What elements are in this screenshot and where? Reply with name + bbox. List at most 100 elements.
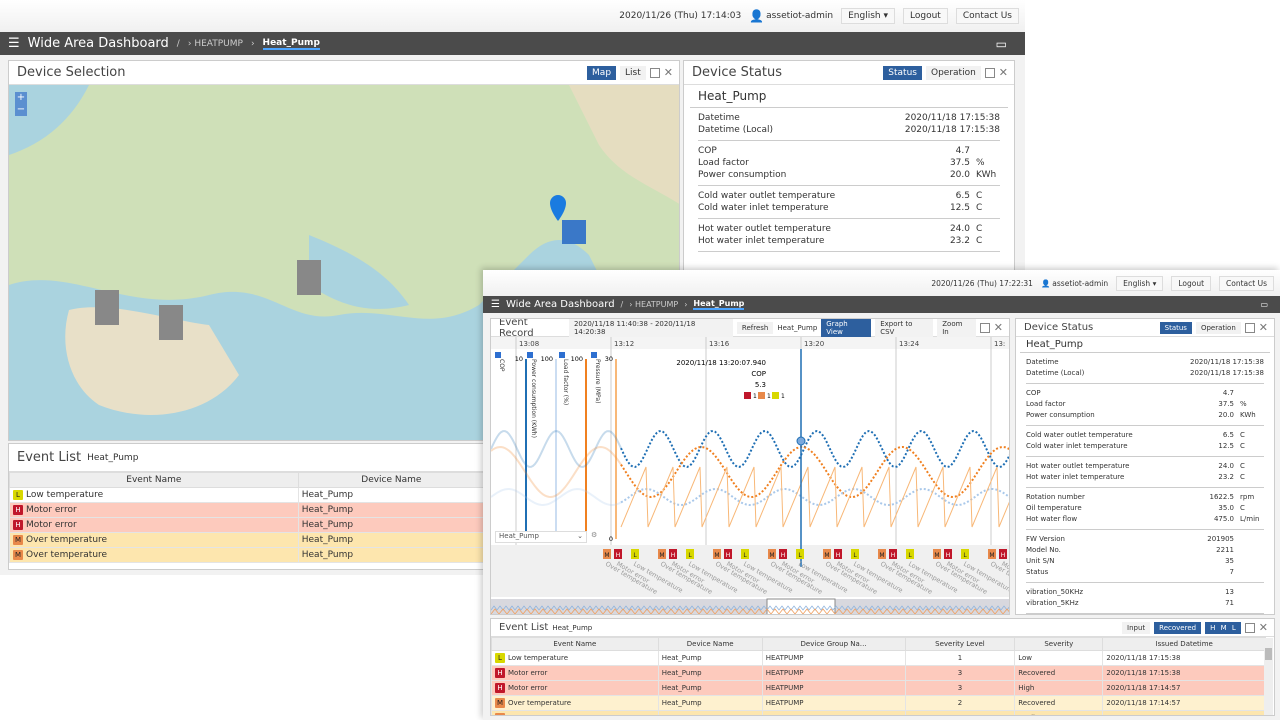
export-csv-button[interactable]: Export to CSV xyxy=(875,319,934,338)
table-row[interactable]: H Motor error Heat_Pump HEATPUMP 3 Recovered 2… xyxy=(491,665,1266,681)
column-header[interactable]: Severity xyxy=(1014,637,1104,651)
list-button[interactable]: List xyxy=(620,65,646,80)
column-header[interactable]: Device Group Na… xyxy=(761,637,906,651)
breadcrumb-sep: / xyxy=(176,38,180,49)
status-value: 12.5 xyxy=(1218,442,1234,450)
status-unit: % xyxy=(976,158,985,168)
event-graph[interactable]: 13:0813:1213:1613:2013:2413:COP100Power … xyxy=(491,337,1010,615)
close-icon[interactable]: ✕ xyxy=(1259,621,1268,634)
table-row[interactable]: M Over temperature Heat_Pump HEATPUMP 2 Recov… xyxy=(491,695,1266,711)
status-button[interactable]: Status xyxy=(1159,321,1192,334)
scrollbar[interactable] xyxy=(1264,638,1273,715)
status-value: 2020/11/18 17:15:38 xyxy=(904,125,1000,135)
breadcrumb-current[interactable]: Heat_Pump xyxy=(693,299,745,310)
breadcrumb-heatpump[interactable]: › HEATPUMP xyxy=(188,39,243,49)
status-label: Load factor xyxy=(698,158,749,168)
table-row[interactable]: H Motor error Heat_Pump xyxy=(9,517,485,533)
table-row[interactable]: H Motor error Heat_Pump xyxy=(9,502,485,518)
contact-button[interactable]: Contact Us xyxy=(955,8,1019,24)
status-unit xyxy=(1234,546,1264,555)
status-unit: C xyxy=(1240,504,1245,512)
status-button[interactable]: Status xyxy=(883,65,922,80)
tooltip-label: COP xyxy=(751,370,766,378)
graph-view-button[interactable]: Graph View xyxy=(821,319,872,338)
status-row: Datetime 2020/11/18 17:15:38 xyxy=(1026,357,1264,368)
time-axis xyxy=(491,337,1009,349)
col-device-name[interactable]: Device Name xyxy=(297,472,485,488)
status-row: Load factor 37.5% xyxy=(1026,399,1264,410)
col-event-name[interactable]: Event Name xyxy=(9,472,299,488)
status-group: Datetime 2020/11/18 17:15:38 Datetime (Loc… xyxy=(698,108,1000,141)
status-unit xyxy=(1234,557,1264,566)
layout-icon[interactable]: ▭ xyxy=(996,37,1007,51)
zoom-in-button[interactable]: + xyxy=(15,92,27,104)
maximize-icon[interactable] xyxy=(1244,622,1255,633)
zoom-in-button[interactable]: Zoom In xyxy=(937,319,976,338)
refresh-button[interactable]: Refresh xyxy=(736,321,774,334)
status-label: Hot water outlet temperature xyxy=(698,224,831,234)
column-header[interactable]: Event Name xyxy=(491,637,659,651)
status-label: Hot water flow xyxy=(1026,515,1078,523)
axis-label: Pressure (MPa) xyxy=(594,359,601,403)
column-header[interactable]: Severity Level xyxy=(904,637,1016,651)
severity-badge: H xyxy=(495,668,505,678)
status-unit: C xyxy=(1240,442,1245,450)
event-marker-label: H xyxy=(671,552,676,559)
close-icon[interactable]: ✕ xyxy=(664,66,673,79)
status-value: 2020/11/18 17:15:38 xyxy=(904,113,1000,123)
operation-button[interactable]: Operation xyxy=(1195,321,1241,334)
logout-button[interactable]: Logout xyxy=(1171,275,1212,291)
maximize-icon[interactable] xyxy=(649,67,660,78)
app-title[interactable]: Wide Area Dashboard xyxy=(28,36,169,51)
panel-title: Event List xyxy=(499,622,549,633)
status-group: vibration_50KHz 13 vibration_5KHz 71 xyxy=(1026,583,1264,614)
column-header[interactable]: Device Name xyxy=(657,637,763,651)
contact-button[interactable]: Contact Us xyxy=(1219,275,1274,291)
app-title[interactable]: Wide Area Dashboard xyxy=(506,299,615,310)
status-label: Oil temperature xyxy=(1026,504,1082,512)
maximize-icon[interactable] xyxy=(984,67,995,78)
table-row[interactable]: M Over temperature Heat_Pump xyxy=(9,547,485,563)
logout-button[interactable]: Logout xyxy=(903,8,948,24)
recovered-button[interactable]: Recovered xyxy=(1154,621,1202,634)
maximize-icon[interactable] xyxy=(1244,322,1255,333)
settings-icon[interactable]: ⚙ xyxy=(591,531,597,539)
language-select[interactable]: English ▾ xyxy=(1116,275,1164,291)
breadcrumb-heatpump[interactable]: › HEATPUMP xyxy=(629,300,678,309)
panel-title: Event List xyxy=(17,450,82,465)
status-value: 2020/11/18 17:15:38 xyxy=(1189,369,1264,377)
status-label: Datetime (Local) xyxy=(698,125,774,135)
column-header[interactable]: Issued Datetime xyxy=(1102,637,1266,651)
event-marker-label: M xyxy=(824,552,829,559)
date-range[interactable]: 2020/11/18 11:40:38 - 2020/11/18 14:20:3… xyxy=(568,319,733,338)
menu-icon[interactable]: ☰ xyxy=(491,299,500,310)
input-button[interactable]: Input xyxy=(1122,621,1151,634)
status-unit xyxy=(970,146,1000,156)
maximize-icon[interactable] xyxy=(979,322,990,333)
close-icon[interactable]: ✕ xyxy=(999,66,1008,79)
table-row[interactable]: MOver temperatureHeat_PumpHEATPUMP2Mediu… xyxy=(491,710,1266,715)
operation-button[interactable]: Operation xyxy=(925,65,981,80)
menu-icon[interactable]: ☰ xyxy=(8,36,20,51)
map-button[interactable]: Map xyxy=(587,65,617,80)
breadcrumb-current[interactable]: Heat_Pump xyxy=(262,38,320,50)
table-row[interactable]: L Low temperature Heat_Pump HEATPUMP 1 Low 202… xyxy=(491,650,1266,666)
table-row[interactable]: L Low temperature Heat_Pump xyxy=(9,487,485,503)
username: assetiot-admin xyxy=(766,11,834,21)
severity-filter[interactable]: H M L xyxy=(1205,621,1241,634)
status-label: COP xyxy=(1026,389,1041,397)
status-unit: L/min xyxy=(1240,515,1260,523)
language-select[interactable]: English ▾ xyxy=(841,8,896,24)
layout-icon[interactable]: ▭ xyxy=(1260,300,1268,309)
close-icon[interactable]: ✕ xyxy=(994,321,1003,334)
table-row[interactable]: H Motor error Heat_Pump HEATPUMP 3 High 2020/1… xyxy=(491,680,1266,696)
username: assetiot-admin xyxy=(1052,278,1109,288)
event-record-panel: Event Record 2020/11/18 11:40:38 - 2020/… xyxy=(490,318,1010,615)
zoom-out-button[interactable]: − xyxy=(15,104,27,116)
user-icon: 👤 xyxy=(749,9,765,23)
table-row[interactable]: M Over temperature Heat_Pump xyxy=(9,532,485,548)
event-marker-label: H xyxy=(1001,552,1006,559)
axis-max: 100 xyxy=(541,355,553,363)
close-icon[interactable]: ✕ xyxy=(1259,321,1268,334)
device-select[interactable]: Heat_Pump ⌄ xyxy=(495,531,587,543)
